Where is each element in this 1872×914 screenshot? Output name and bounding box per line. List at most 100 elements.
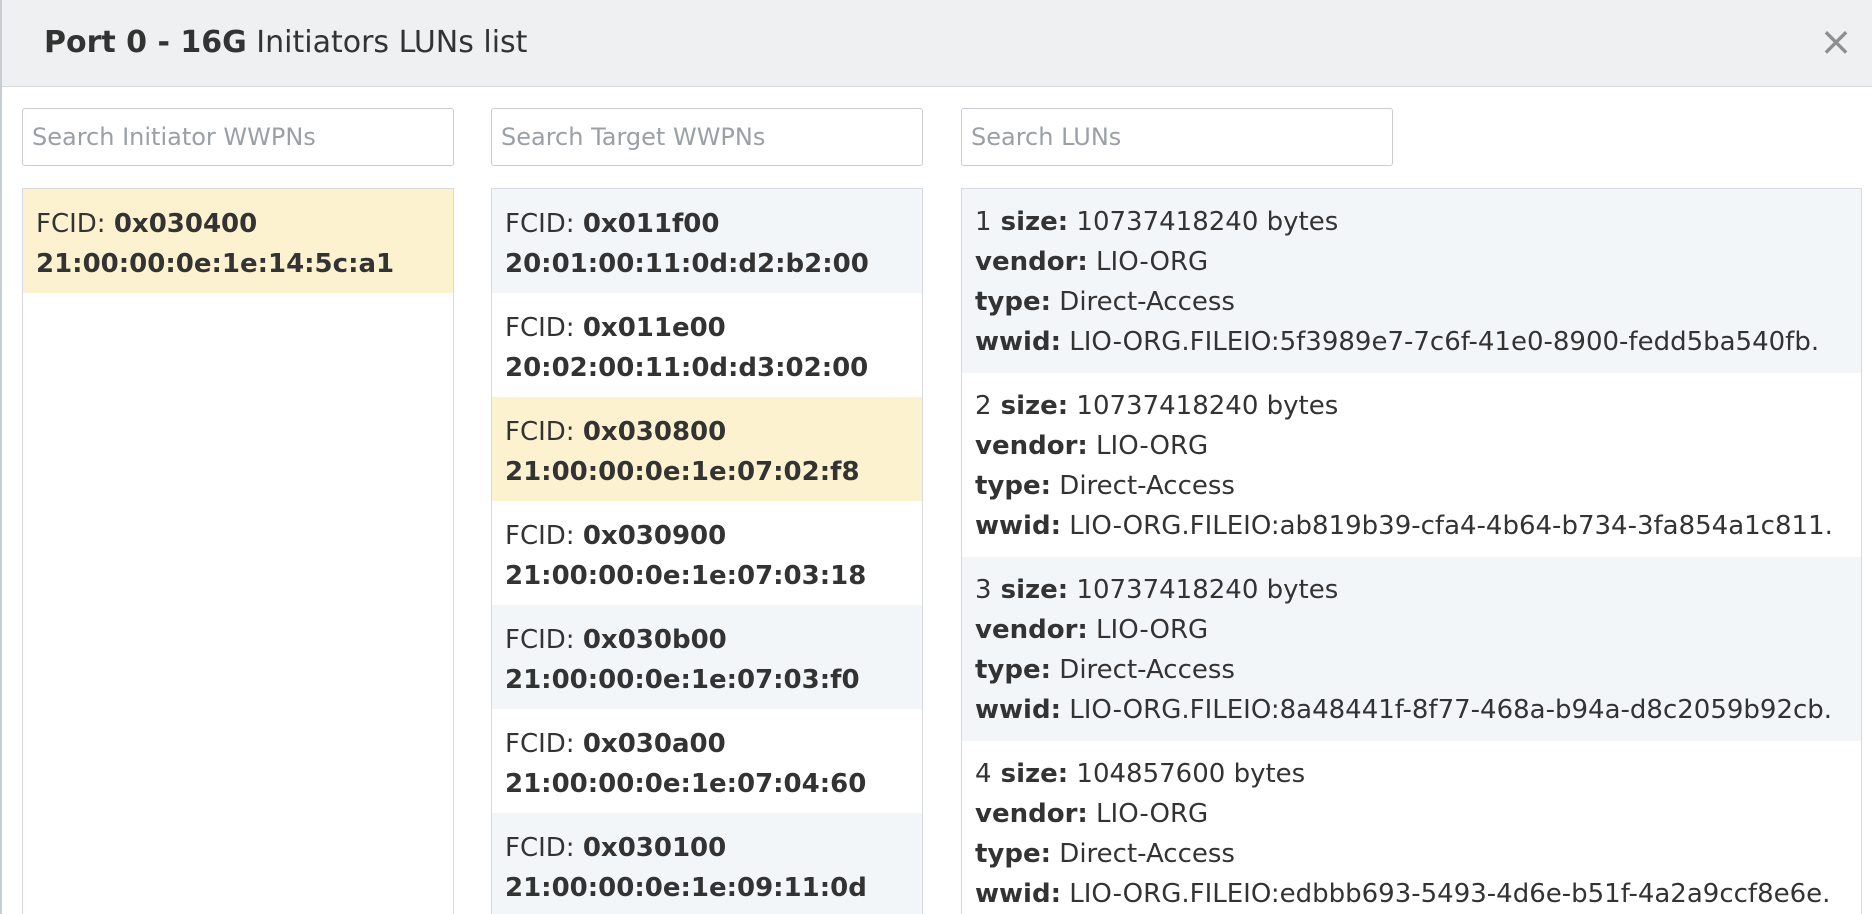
lun-type-value: Direct-Access	[1051, 471, 1235, 501]
fcid-value: 0x030900	[582, 521, 727, 551]
lun-size-line: 2 size: 10737418240 bytes	[975, 386, 1848, 426]
fcid-line: FCID: 0x011e00	[505, 308, 909, 348]
fcid-line: FCID: 0x030a00	[505, 724, 909, 764]
fcid-value: 0x030100	[582, 833, 727, 863]
lun-type-line: type: Direct-Access	[975, 466, 1848, 506]
wwpn-value: 21:00:00:0e:1e:07:04:60	[505, 769, 867, 799]
lun-wwid-label: wwid:	[975, 511, 1061, 541]
fcid-line: FCID: 0x030b00	[505, 620, 909, 660]
fcid-value: 0x030400	[113, 209, 258, 239]
target-item[interactable]: FCID: 0x030900 21:00:00:0e:1e:07:03:18	[492, 501, 922, 605]
target-item[interactable]: FCID: 0x030100 21:00:00:0e:1e:09:11:0d	[492, 813, 922, 914]
lun-wwid-value: LIO-ORG.FILEIO:8a48441f-8f77-468a-b94a-d…	[1060, 695, 1833, 725]
search-target-input[interactable]	[491, 108, 923, 166]
wwpn-value: 21:00:00:0e:1e:07:02:f8	[505, 457, 860, 487]
lun-size-label: size:	[991, 759, 1069, 789]
fcid-value: 0x030800	[582, 417, 727, 447]
initiators-luns-dialog: Port 0 - 16G Initiators LUNs list × FCID…	[0, 0, 1872, 914]
initiator-list: FCID: 0x030400 21:00:00:0e:1e:14:5c:a1	[22, 188, 454, 914]
wwpn-line: 21:00:00:0e:1e:07:02:f8	[505, 452, 909, 492]
fcid-label: FCID:	[505, 625, 583, 655]
lun-type-value: Direct-Access	[1051, 287, 1235, 317]
wwpn-value: 21:00:00:0e:1e:07:03:18	[505, 561, 867, 591]
lun-vendor-line: vendor: LIO-ORG	[975, 794, 1848, 834]
lun-item[interactable]: 4 size: 104857600 bytes vendor: LIO-ORG ty…	[962, 741, 1861, 914]
lun-wwid-value: LIO-ORG.FILEIO:edbbb693-5493-4d6e-b51f-4…	[1060, 879, 1831, 909]
fcid-value: 0x011f00	[582, 209, 720, 239]
lun-size-line: 4 size: 104857600 bytes	[975, 754, 1848, 794]
lun-size-label: size:	[991, 391, 1069, 421]
fcid-line: FCID: 0x030400	[36, 204, 440, 244]
target-item[interactable]: FCID: 0x030b00 21:00:00:0e:1e:07:03:f0	[492, 605, 922, 709]
lun-type-value: Direct-Access	[1051, 839, 1235, 869]
lun-item[interactable]: 1 size: 10737418240 bytes vendor: LIO-ORG…	[962, 189, 1861, 373]
wwpn-value: 20:02:00:11:0d:d3:02:00	[505, 353, 869, 383]
target-item[interactable]: FCID: 0x030a00 21:00:00:0e:1e:07:04:60	[492, 709, 922, 813]
close-icon[interactable]: ×	[1816, 20, 1856, 64]
lun-vendor-value: LIO-ORG	[1087, 799, 1209, 829]
lun-type-label: type:	[975, 839, 1052, 869]
search-lun-input[interactable]	[961, 108, 1393, 166]
lun-vendor-label: vendor:	[975, 799, 1088, 829]
lun-type-line: type: Direct-Access	[975, 834, 1848, 874]
fcid-label: FCID:	[505, 833, 583, 863]
lun-type-label: type:	[975, 287, 1052, 317]
wwpn-line: 21:00:00:0e:1e:07:03:18	[505, 556, 909, 596]
lun-type-line: type: Direct-Access	[975, 650, 1848, 690]
wwpn-line: 21:00:00:0e:1e:07:03:f0	[505, 660, 909, 700]
lun-list: 1 size: 10737418240 bytes vendor: LIO-ORG…	[961, 188, 1862, 914]
lun-wwid-line: wwid: LIO-ORG.FILEIO:ab819b39-cfa4-4b64-…	[975, 506, 1848, 546]
lun-size-label: size:	[991, 207, 1069, 237]
target-item[interactable]: FCID: 0x011f00 20:01:00:11:0d:d2:b2:00	[492, 189, 922, 293]
fcid-line: FCID: 0x011f00	[505, 204, 909, 244]
fcid-label: FCID:	[505, 729, 583, 759]
target-item[interactable]: FCID: 0x011e00 20:02:00:11:0d:d3:02:00	[492, 293, 922, 397]
dialog-header: Port 0 - 16G Initiators LUNs list ×	[2, 0, 1872, 87]
lun-size-value: 10737418240 bytes	[1068, 391, 1339, 421]
lun-size-label: size:	[991, 575, 1069, 605]
lun-item[interactable]: 2 size: 10737418240 bytes vendor: LIO-ORG…	[962, 373, 1861, 557]
lun-type-label: type:	[975, 655, 1052, 685]
lun-size-line: 1 size: 10737418240 bytes	[975, 202, 1848, 242]
search-initiator-input[interactable]	[22, 108, 454, 166]
lun-wwid-value: LIO-ORG.FILEIO:ab819b39-cfa4-4b64-b734-3…	[1060, 511, 1833, 541]
lun-wwid-line: wwid: LIO-ORG.FILEIO:edbbb693-5493-4d6e-…	[975, 874, 1848, 914]
fcid-label: FCID:	[505, 313, 583, 343]
fcid-line: FCID: 0x030800	[505, 412, 909, 452]
dialog-title: Port 0 - 16G Initiators LUNs list	[44, 24, 527, 62]
target-item[interactable]: FCID: 0x030800 21:00:00:0e:1e:07:02:f8	[492, 397, 922, 501]
lun-index: 4	[975, 759, 992, 789]
lun-vendor-value: LIO-ORG	[1087, 247, 1209, 277]
fcid-value: 0x030b00	[582, 625, 727, 655]
wwpn-line: 20:02:00:11:0d:d3:02:00	[505, 348, 909, 388]
fcid-label: FCID:	[505, 521, 583, 551]
lun-vendor-line: vendor: LIO-ORG	[975, 610, 1848, 650]
lun-wwid-label: wwid:	[975, 327, 1061, 357]
wwpn-line: 21:00:00:0e:1e:09:11:0d	[505, 868, 909, 908]
lun-wwid-label: wwid:	[975, 879, 1061, 909]
lun-vendor-line: vendor: LIO-ORG	[975, 242, 1848, 282]
lun-vendor-value: LIO-ORG	[1087, 615, 1209, 645]
lun-wwid-value: LIO-ORG.FILEIO:5f3989e7-7c6f-41e0-8900-f…	[1060, 327, 1820, 357]
dialog-title-text: Initiators LUNs list	[246, 25, 528, 60]
lun-size-value: 10737418240 bytes	[1068, 207, 1339, 237]
lun-item[interactable]: 3 size: 10737418240 bytes vendor: LIO-ORG…	[962, 557, 1861, 741]
wwpn-value: 21:00:00:0e:1e:07:03:f0	[505, 665, 860, 695]
fcid-value: 0x030a00	[582, 729, 726, 759]
fcid-line: FCID: 0x030900	[505, 516, 909, 556]
lun-wwid-label: wwid:	[975, 695, 1061, 725]
lun-vendor-label: vendor:	[975, 247, 1088, 277]
initiator-item[interactable]: FCID: 0x030400 21:00:00:0e:1e:14:5c:a1	[23, 189, 453, 293]
lun-wwid-line: wwid: LIO-ORG.FILEIO:5f3989e7-7c6f-41e0-…	[975, 322, 1848, 362]
target-list: FCID: 0x011f00 20:01:00:11:0d:d2:b2:00 FCI…	[491, 188, 923, 914]
lun-type-label: type:	[975, 471, 1052, 501]
wwpn-line: 21:00:00:0e:1e:14:5c:a1	[36, 244, 440, 284]
lun-vendor-label: vendor:	[975, 615, 1088, 645]
wwpn-line: 21:00:00:0e:1e:07:04:60	[505, 764, 909, 804]
fcid-label: FCID:	[505, 209, 583, 239]
lun-size-value: 104857600 bytes	[1068, 759, 1306, 789]
wwpn-value: 20:01:00:11:0d:d2:b2:00	[505, 249, 869, 279]
lun-index: 2	[975, 391, 992, 421]
lun-vendor-label: vendor:	[975, 431, 1088, 461]
fcid-value: 0x011e00	[582, 313, 726, 343]
